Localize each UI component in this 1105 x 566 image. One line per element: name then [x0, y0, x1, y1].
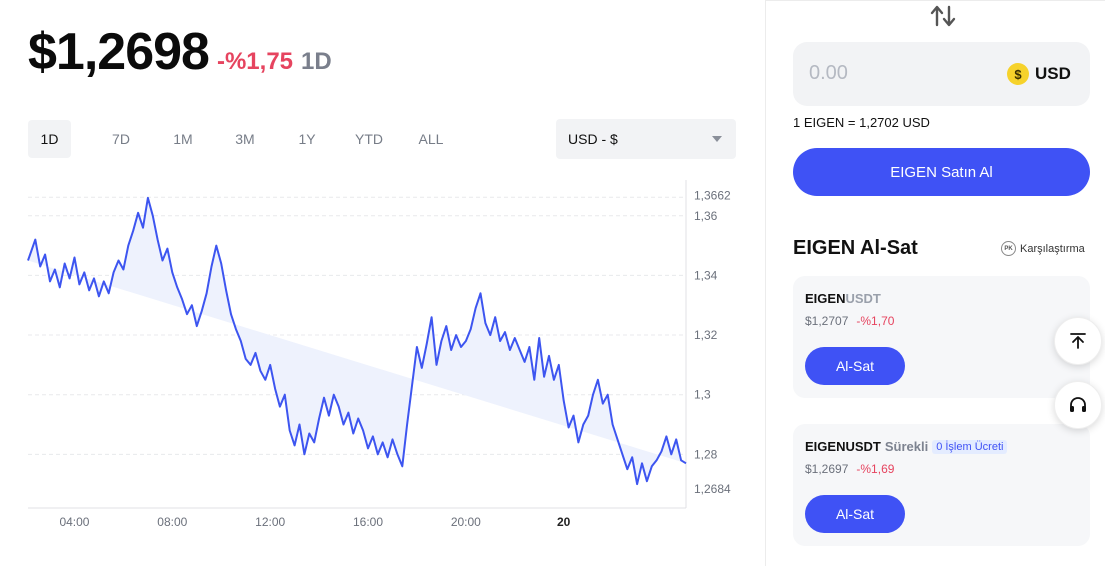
price-change: -%1,75 [216, 48, 294, 75]
y-tick-label: 1,28 [694, 447, 718, 461]
compare-icon: PK [1001, 241, 1016, 256]
price-chart[interactable]: 1,3662 1,28 1,3 1,32 1,34 1,36 1,2684 04:00 08:… [0, 180, 765, 540]
x-tick-label: 04:00 [59, 515, 89, 529]
pair-base: EIGEN [805, 291, 846, 306]
price-header: $1,2698 -%1,75 1D [28, 22, 332, 82]
trade-button[interactable]: Al-Sat [805, 495, 905, 533]
price-chart-panel: $1,2698 -%1,75 1D 1D 7D 1M 3M 1Y YTD ALL… [0, 0, 765, 566]
x-tick-label: 08:00 [157, 515, 187, 529]
compare-label: Karşılaştırma [1020, 242, 1085, 255]
swap-icon[interactable] [930, 4, 956, 28]
market-price: $1,2697 [805, 462, 849, 476]
market-price-row: $1,2697 -%1,69 [805, 462, 894, 476]
support-button[interactable] [1054, 381, 1102, 429]
x-tick-label: 20 [557, 515, 571, 529]
pair-type: Sürekli [884, 439, 929, 454]
market-card-spot: EIGEN USDT $1,2707 -%1,70 Al-Sat [793, 276, 1090, 398]
x-tick-label: 20:00 [451, 515, 481, 529]
x-tick-label: 16:00 [353, 515, 383, 529]
y-tick-label: 1,2684 [694, 482, 731, 496]
range-tab-ytd[interactable]: YTD [338, 120, 400, 158]
time-range-tabs: 1D 7D 1M 3M 1Y YTD ALL [28, 120, 462, 158]
price-period: 1D [301, 48, 332, 75]
section-title: EIGEN Al-Sat [793, 237, 918, 259]
price-chart-svg: 1,3662 1,28 1,3 1,32 1,34 1,36 1,2684 04:00 08:… [27, 180, 731, 529]
market-price: $1,2707 [805, 314, 849, 328]
currency-select[interactable]: USD - $ [556, 119, 736, 159]
arrow-up-to-line-icon [1070, 333, 1086, 349]
market-card-perpetual: EIGENUSDT Sürekli 0 İşlem Ücreti $1,2697… [793, 424, 1090, 546]
scroll-to-top-button[interactable] [1054, 317, 1102, 365]
market-pair: EIGEN USDT [805, 291, 881, 306]
current-price: $1,2698 [28, 23, 210, 81]
amount-input[interactable] [809, 62, 969, 85]
amount-currency[interactable]: USD [1035, 64, 1071, 84]
fee-badge: 0 İşlem Ücreti [932, 439, 1008, 454]
price-line [27, 196, 687, 486]
market-change: -%1,70 [856, 314, 895, 328]
y-tick-label: 1,32 [694, 328, 718, 342]
trade-button[interactable]: Al-Sat [805, 347, 905, 385]
range-tab-7d[interactable]: 7D [90, 120, 152, 158]
range-tab-3m[interactable]: 3M [214, 120, 276, 158]
amount-field: $ USD [793, 42, 1090, 106]
usd-coin-icon: $ [1007, 63, 1029, 85]
range-tab-1d[interactable]: 1D [28, 120, 71, 158]
y-tick-label: 1,3 [694, 388, 711, 402]
buy-eigen-button[interactable]: EIGEN Satın Al [793, 148, 1090, 196]
y-tick-label: 1,36 [694, 209, 718, 223]
pair-base: EIGENUSDT [805, 439, 881, 454]
market-price-row: $1,2707 -%1,70 [805, 314, 894, 328]
trade-panel: $ USD 1 EIGEN = 1,2702 USD EIGEN Satın A… [766, 0, 1105, 566]
market-change: -%1,69 [856, 462, 895, 476]
pair-quote: USDT [845, 291, 881, 306]
currency-select-value: USD - $ [568, 131, 618, 147]
range-tab-all[interactable]: ALL [400, 120, 462, 158]
y-tick-label: 1,3662 [694, 188, 731, 202]
compare-link[interactable]: PK Karşılaştırma [1001, 241, 1085, 256]
caret-down-icon [712, 136, 722, 142]
headset-icon [1070, 397, 1086, 412]
range-tab-1m[interactable]: 1M [152, 120, 214, 158]
x-tick-label: 12:00 [255, 515, 285, 529]
price-area [28, 197, 686, 485]
exchange-rate: 1 EIGEN = 1,2702 USD [793, 115, 930, 130]
y-tick-label: 1,34 [694, 268, 718, 282]
market-pair: EIGENUSDT Sürekli 0 İşlem Ücreti [805, 439, 1008, 454]
range-tab-1y[interactable]: 1Y [276, 120, 338, 158]
